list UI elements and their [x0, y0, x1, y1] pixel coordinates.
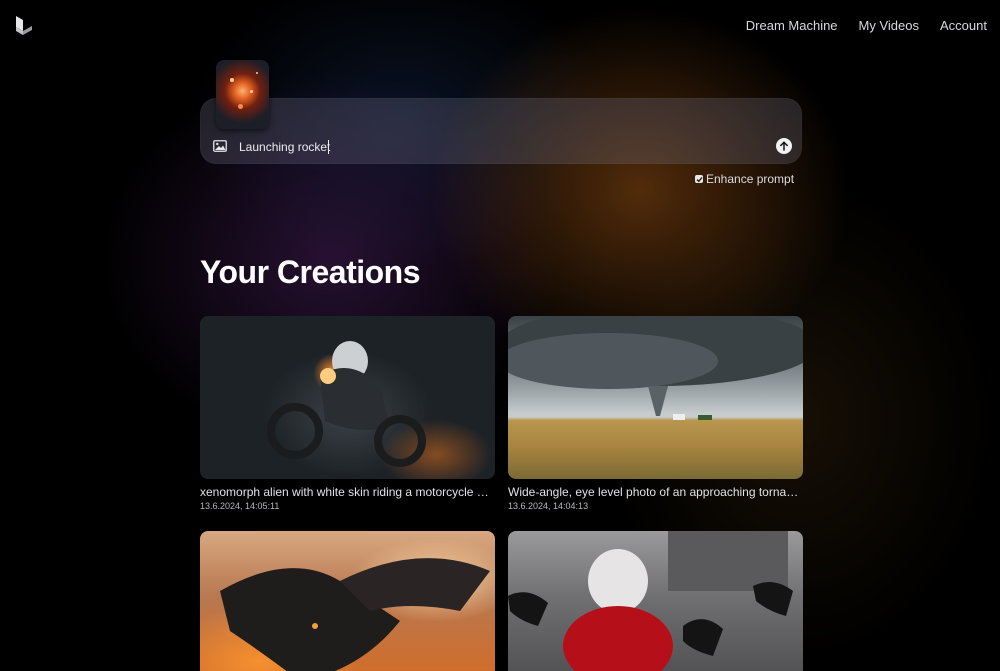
- check-icon: [696, 176, 702, 182]
- creation-video-thumbnail[interactable]: [200, 316, 495, 479]
- logo-icon[interactable]: [14, 14, 34, 36]
- tornado-art: [508, 316, 803, 420]
- text-caret: [328, 140, 329, 154]
- send-button[interactable]: [776, 138, 792, 154]
- creation-card[interactable]: [508, 531, 803, 671]
- creation-card[interactable]: [200, 531, 495, 671]
- app-page: Dream Machine My Videos Account Enhance …: [0, 0, 1000, 671]
- enhance-label: Enhance prompt: [706, 172, 795, 186]
- nav-account[interactable]: Account: [940, 17, 987, 34]
- dragon-art: [220, 558, 490, 671]
- creation-title: Wide-angle, eye level photo of an approa…: [508, 485, 801, 499]
- enhance-checkbox[interactable]: [695, 175, 703, 183]
- creation-card[interactable]: Wide-angle, eye level photo of an approa…: [508, 316, 803, 512]
- prompt-input[interactable]: [239, 139, 759, 155]
- motorcycle-rider-art: [267, 341, 426, 467]
- creation-date: 13.6.2024, 14:05:11: [200, 501, 280, 511]
- enhance-prompt-toggle[interactable]: Enhance prompt: [695, 172, 794, 186]
- creation-title: xenomorph alien with white skin riding a…: [200, 485, 493, 499]
- section-title: Your Creations: [200, 254, 421, 290]
- nav-my-videos[interactable]: My Videos: [859, 17, 919, 34]
- nav-dream-machine[interactable]: Dream Machine: [746, 17, 838, 34]
- creation-video-thumbnail[interactable]: [200, 531, 495, 671]
- image-icon[interactable]: [213, 140, 227, 152]
- gothic-doll-art: [508, 531, 793, 671]
- arrow-up-icon: [780, 141, 788, 151]
- attached-image-thumbnail[interactable]: [216, 60, 269, 129]
- creation-date: 13.6.2024, 14:04:13: [508, 501, 589, 511]
- top-nav: Dream Machine My Videos Account: [746, 17, 987, 34]
- creation-video-thumbnail[interactable]: [508, 531, 803, 671]
- creation-card[interactable]: xenomorph alien with white skin riding a…: [200, 316, 495, 512]
- creation-video-thumbnail[interactable]: [508, 316, 803, 479]
